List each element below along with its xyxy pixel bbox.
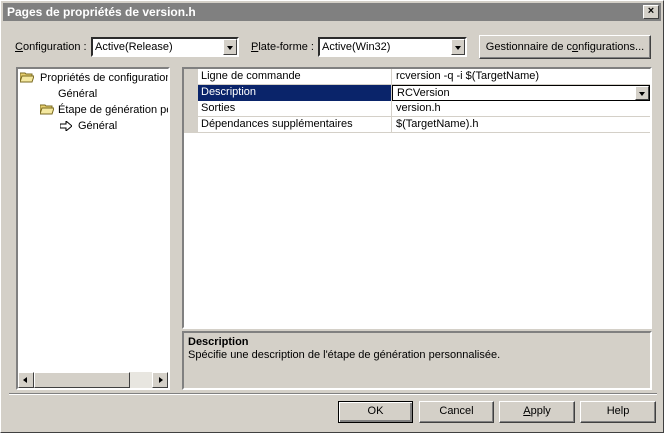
scrollbar-thumb[interactable] <box>34 372 130 388</box>
property-tree: Propriétés de configuration Général Étap… <box>16 67 170 390</box>
property-grid: Ligne de commande rcversion -q -i $(Targ… <box>182 67 652 329</box>
property-row[interactable]: Ligne de commande rcversion -q -i $(Targ… <box>184 69 650 85</box>
close-button[interactable]: × <box>643 5 659 19</box>
property-value-text: RCVersion <box>397 87 450 99</box>
cancel-button[interactable]: Cancel <box>419 401 494 423</box>
row-gutter <box>184 69 198 85</box>
help-button[interactable]: Help <box>580 401 656 423</box>
arrow-right-icon <box>60 121 72 131</box>
platform-select[interactable]: Active(Win32) <box>318 37 467 57</box>
row-gutter <box>184 117 198 133</box>
property-row-selected[interactable]: Description RCVersion <box>184 85 650 101</box>
chevron-down-icon <box>639 92 645 96</box>
property-name: Ligne de commande <box>198 69 392 85</box>
divider <box>9 393 657 395</box>
property-name: Dépendances supplémentaires <box>198 117 392 133</box>
tree-horizontal-scrollbar[interactable] <box>18 372 168 388</box>
property-value[interactable]: version.h <box>392 101 650 117</box>
property-value[interactable]: rcversion -q -i $(TargetName) <box>392 69 650 85</box>
property-name: Sorties <box>198 101 392 117</box>
chevron-down-icon <box>455 46 461 50</box>
property-name: Description <box>198 85 392 101</box>
tree-item-label: Étape de génération pe <box>58 104 170 116</box>
description-title: Description <box>188 336 249 348</box>
row-gutter <box>184 101 198 117</box>
property-value-input[interactable]: RCVersion <box>392 85 650 101</box>
apply-button[interactable]: Apply <box>499 401 575 423</box>
window-title: Pages de propriétés de version.h <box>7 5 196 19</box>
scroll-left-button[interactable] <box>18 372 34 388</box>
scroll-right-button[interactable] <box>152 372 168 388</box>
chevron-down-icon <box>227 46 233 50</box>
configuration-dropdown-button[interactable] <box>223 39 237 55</box>
ok-button[interactable]: OK <box>338 401 413 423</box>
tree-item-label: Général <box>78 120 118 132</box>
folder-open-icon <box>20 72 34 83</box>
description-text: Spécifie une description de l'étape de g… <box>188 349 501 361</box>
configuration-manager-button[interactable]: Gestionnaire de configurations... <box>479 35 651 59</box>
platform-dropdown-button[interactable] <box>451 39 465 55</box>
property-row[interactable]: Sorties version.h <box>184 101 650 117</box>
close-icon: × <box>647 5 655 17</box>
tree-item-label: Propriétés de configuration <box>40 72 170 84</box>
title-bar: Pages de propriétés de version.h × <box>3 3 661 21</box>
property-row[interactable]: Dépendances supplémentaires $(TargetName… <box>184 117 650 133</box>
configuration-label: Configuration : <box>15 41 87 53</box>
description-panel: Description Spécifie une description de … <box>182 331 652 390</box>
tree-item-general[interactable]: Général <box>58 87 97 101</box>
configuration-value: Active(Release) <box>95 41 173 53</box>
property-value[interactable]: $(TargetName).h <box>392 117 650 133</box>
platform-value: Active(Win32) <box>322 41 391 53</box>
property-dropdown-button[interactable] <box>635 86 649 100</box>
property-pages-dialog: Pages de propriétés de version.h × Confi… <box>0 0 664 433</box>
arrow-right-icon <box>159 377 163 383</box>
folder-open-icon <box>40 104 54 115</box>
arrow-left-icon <box>23 377 27 383</box>
tree-item-label: Général <box>58 88 98 100</box>
row-gutter <box>184 85 198 101</box>
platform-label: Plate-forme : <box>251 41 314 53</box>
configuration-select[interactable]: Active(Release) <box>91 37 239 57</box>
